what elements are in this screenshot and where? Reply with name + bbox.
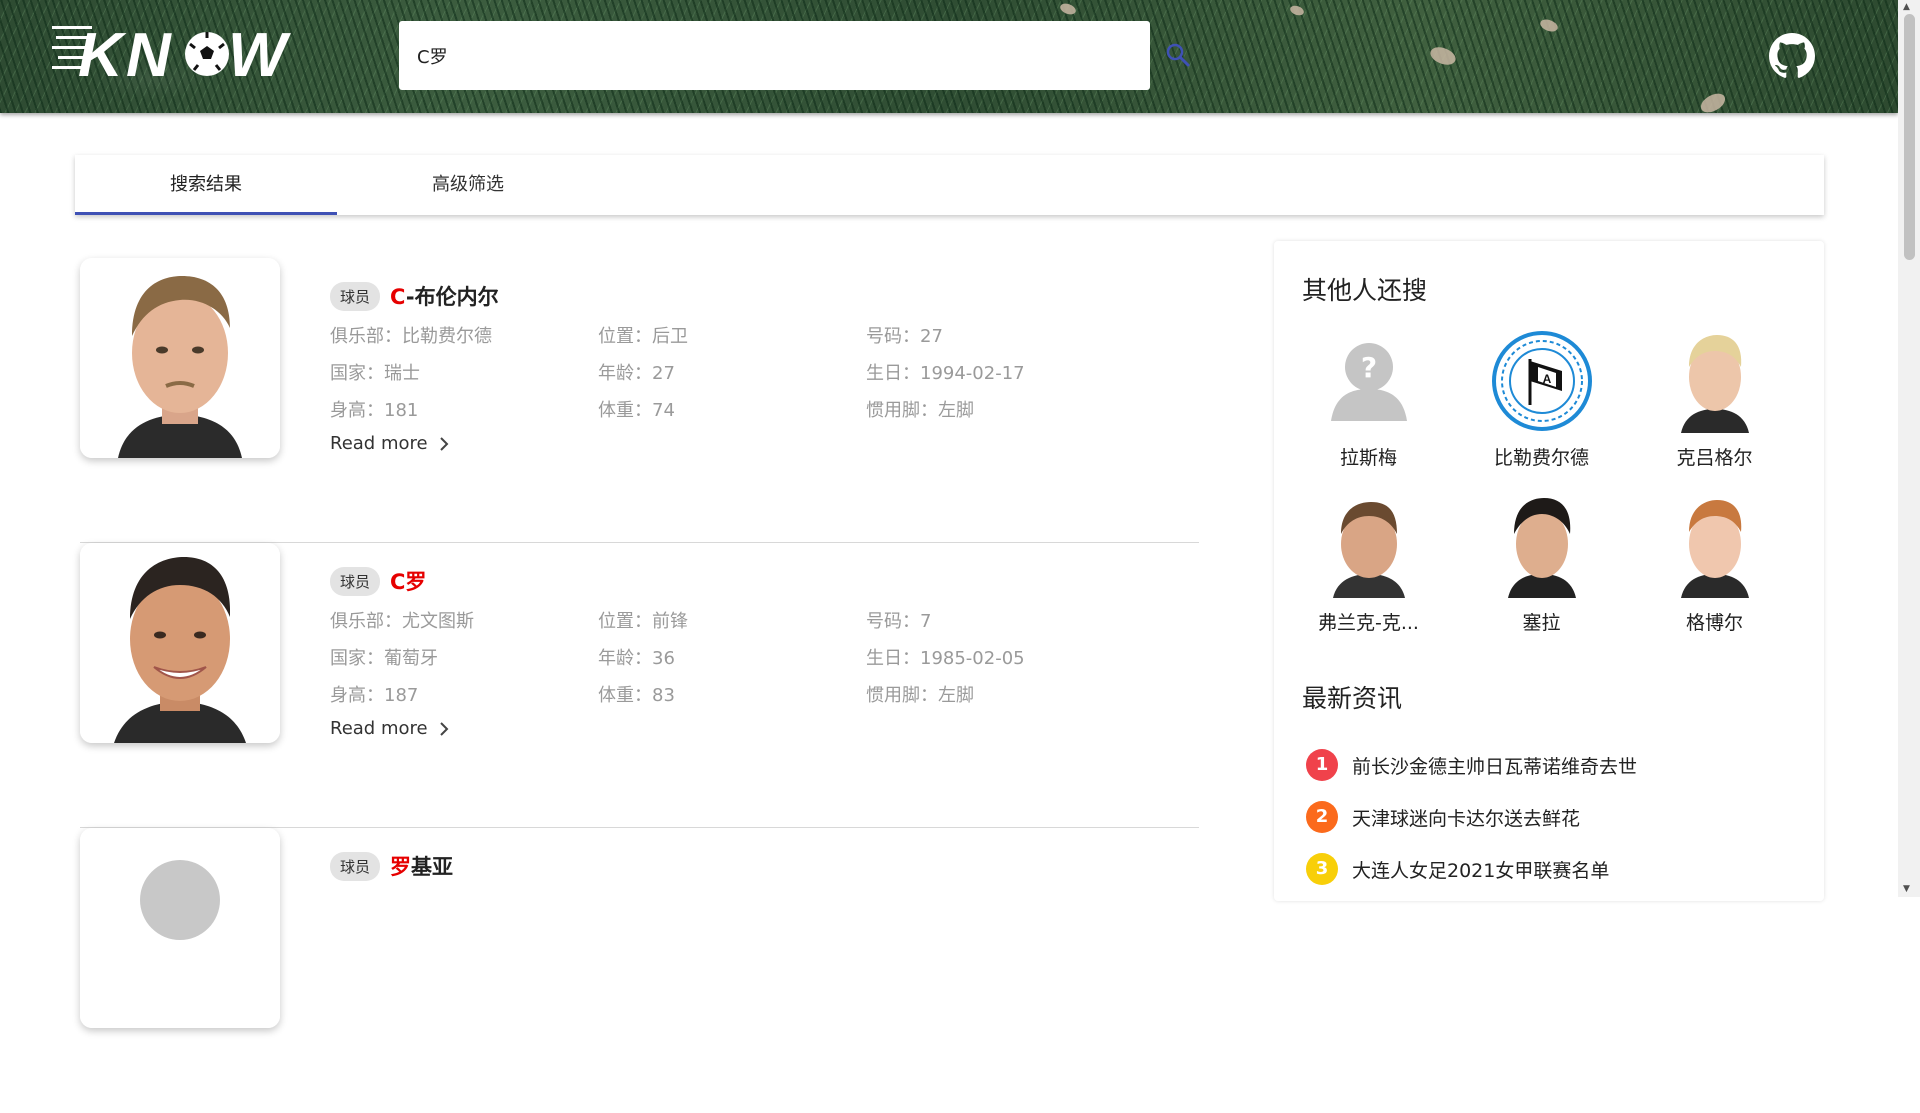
chevron-right-icon	[439, 436, 448, 451]
result-card: 球员 C罗 俱乐部：尤文图斯 位置：前锋 号码：7 国家：葡萄牙 年龄：36 生…	[80, 543, 1199, 828]
type-badge: 球员	[330, 281, 381, 311]
player-name[interactable]: C-布伦内尔	[390, 281, 499, 311]
field-foot: 惯用脚：左脚	[866, 400, 974, 421]
leaf-decoration	[1058, 0, 1078, 18]
person-name: 塞拉	[1522, 612, 1561, 634]
related-people-grid: ? 拉斯梅 A 比勒费尔德 克吕格尔 弗兰克-克... 塞拉 格博尔	[1282, 329, 1802, 635]
football-icon	[185, 32, 229, 76]
news-headline: 天津球迷向卡达尔送去鲜花	[1352, 807, 1581, 830]
field-club: 俱乐部：比勒费尔德	[330, 326, 492, 347]
player-name[interactable]: C罗	[390, 566, 426, 596]
placeholder-person-icon: ?	[1316, 329, 1421, 433]
github-icon[interactable]	[1769, 33, 1815, 79]
person-photo	[1662, 329, 1767, 433]
player-photo[interactable]	[80, 828, 280, 1028]
field-height: 身高：181	[330, 400, 419, 421]
player-name[interactable]: 罗基亚	[390, 851, 453, 881]
person-name: 弗兰克-克...	[1318, 612, 1419, 634]
field-position: 位置：前锋	[598, 611, 688, 632]
leaf-decoration	[1288, 3, 1306, 18]
read-more-link[interactable]: Read more	[330, 718, 450, 739]
svg-text:?: ?	[1360, 351, 1376, 384]
read-more-label: Read more	[330, 433, 428, 454]
field-age: 年龄：36	[598, 648, 675, 669]
field-number: 号码：7	[866, 611, 932, 632]
rank-badge: 2	[1306, 801, 1338, 833]
search-icon[interactable]	[1163, 40, 1193, 70]
news-item[interactable]: 3 大连人女足2021女甲联赛名单	[1306, 843, 1637, 895]
field-height: 身高：187	[330, 685, 419, 706]
type-badge: 球员	[330, 566, 381, 596]
chevron-right-icon	[439, 721, 448, 736]
tab-search-results[interactable]: 搜索结果	[75, 155, 337, 215]
scroll-down-arrow-icon[interactable]: ▼	[1903, 884, 1910, 894]
player-info: 球员 C罗 俱乐部：尤文图斯 位置：前锋 号码：7 国家：葡萄牙 年龄：36 生…	[330, 565, 1190, 739]
result-card: 球员 C-布伦内尔 俱乐部：比勒费尔德 位置：后卫 号码：27 国家：瑞士 年龄…	[80, 258, 1199, 543]
player-photo[interactable]	[80, 258, 280, 458]
related-person[interactable]: 格博尔	[1628, 494, 1801, 635]
person-photo	[1316, 494, 1421, 598]
field-weight: 体重：74	[598, 400, 675, 421]
related-person[interactable]: ? 拉斯梅	[1282, 329, 1455, 470]
field-birthday: 生日：1994-02-17	[866, 363, 1025, 384]
search-input[interactable]	[399, 21, 1150, 90]
player-info: 球员 罗基亚	[330, 850, 1190, 882]
name-highlight: C罗	[390, 570, 427, 594]
news-headline: 大连人女足2021女甲联赛名单	[1352, 859, 1610, 882]
person-name: 比勒费尔德	[1493, 447, 1589, 469]
field-weight: 体重：83	[598, 685, 675, 706]
logo-letter-k: K	[78, 21, 127, 82]
logo-letter-w: W	[228, 21, 291, 82]
related-person[interactable]: A 比勒费尔德	[1455, 329, 1628, 470]
scrollbar-thumb[interactable]	[1904, 14, 1915, 260]
person-name: 克吕格尔	[1676, 447, 1753, 469]
field-position: 位置：后卫	[598, 326, 688, 347]
field-number: 号码：27	[866, 326, 943, 347]
news-item[interactable]: 1 前长沙金德主帅日瓦蒂诺维奇去世	[1306, 739, 1637, 791]
news-list: 1 前长沙金德主帅日瓦蒂诺维奇去世 2 天津球迷向卡达尔送去鲜花 3 大连人女足…	[1306, 739, 1637, 895]
field-club: 俱乐部：尤文图斯	[330, 611, 474, 632]
news-item[interactable]: 2 天津球迷向卡达尔送去鲜花	[1306, 791, 1637, 843]
field-country: 国家：葡萄牙	[330, 648, 438, 669]
rank-badge: 3	[1306, 853, 1338, 885]
name-highlight: 罗	[390, 855, 412, 879]
scroll-up-arrow-icon[interactable]: ▲	[1903, 2, 1910, 12]
field-birthday: 生日：1985-02-05	[866, 648, 1025, 669]
news-headline: 前长沙金德主帅日瓦蒂诺维奇去世	[1352, 755, 1638, 778]
result-card: 球员 罗基亚	[80, 828, 1199, 1113]
field-foot: 惯用脚：左脚	[866, 685, 974, 706]
know-logo[interactable]: K N W	[52, 18, 322, 82]
read-more-link[interactable]: Read more	[330, 433, 450, 454]
tab-advanced-filter[interactable]: 高级筛选	[337, 155, 599, 215]
leaf-decoration	[1538, 16, 1560, 35]
tab-bar: 搜索结果 高级筛选	[75, 155, 1824, 215]
player-photo[interactable]	[80, 543, 280, 743]
read-more-label: Read more	[330, 718, 428, 739]
news-title: 最新资讯	[1302, 684, 1403, 713]
related-person[interactable]: 克吕格尔	[1628, 329, 1801, 470]
player-info: 球员 C-布伦内尔 俱乐部：比勒费尔德 位置：后卫 号码：27 国家：瑞士 年龄…	[330, 280, 1190, 454]
svg-text:A: A	[1542, 372, 1551, 386]
leaf-decoration	[1698, 91, 1728, 113]
person-name: 格博尔	[1685, 612, 1743, 634]
logo-letter-n: N	[126, 21, 172, 82]
placeholder-person-icon	[80, 828, 280, 1028]
sidebar: 其他人还搜 ? 拉斯梅 A 比勒费尔德 克吕格尔 弗兰克-克... 塞拉 格博尔…	[1274, 241, 1824, 901]
name-highlight: C	[390, 285, 406, 309]
club-crest-icon: A	[1489, 329, 1594, 433]
name-rest: -布伦内尔	[405, 285, 499, 309]
related-person[interactable]: 弗兰克-克...	[1282, 494, 1455, 635]
type-badge: 球员	[330, 851, 381, 881]
header-banner: K N W	[0, 0, 1898, 113]
leaf-decoration	[1427, 42, 1459, 70]
name-rest: 基亚	[411, 855, 454, 879]
person-name: 拉斯梅	[1339, 447, 1397, 469]
person-photo	[1489, 494, 1594, 598]
also-searched-title: 其他人还搜	[1302, 276, 1428, 305]
field-age: 年龄：27	[598, 363, 675, 384]
field-country: 国家：瑞士	[330, 363, 420, 384]
person-photo	[1662, 494, 1767, 598]
rank-badge: 1	[1306, 749, 1338, 781]
related-person[interactable]: 塞拉	[1455, 494, 1628, 635]
